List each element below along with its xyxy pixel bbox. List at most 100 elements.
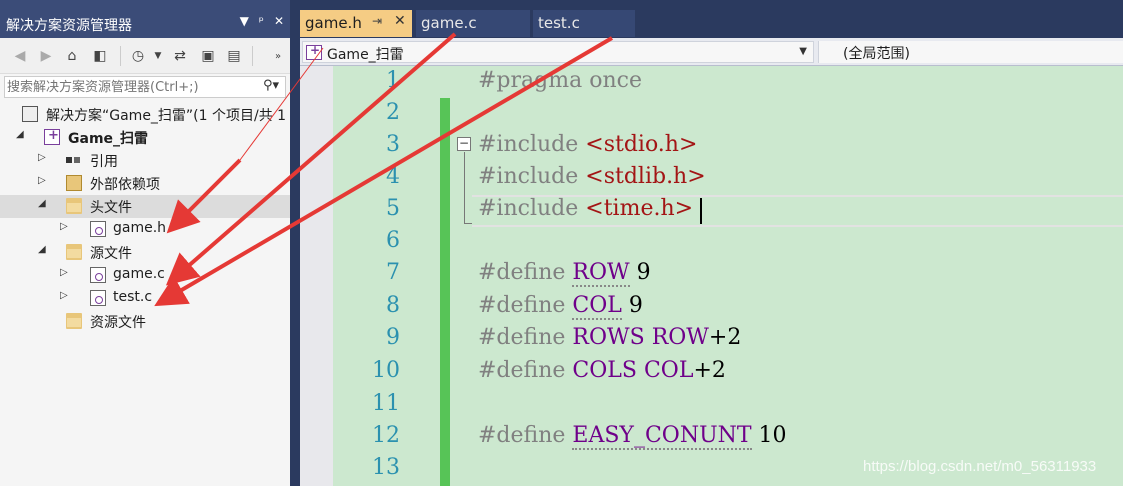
tree-item-resource-files[interactable]: 资源文件 — [0, 310, 290, 333]
line-number: 10 — [372, 358, 400, 383]
tab-label: test.c — [538, 14, 580, 32]
chevron-down-icon[interactable]: ▼ — [148, 46, 168, 66]
line-number: 13 — [372, 455, 400, 480]
tree-item-project[interactable]: ◢ Game_扫雷 — [0, 126, 290, 149]
project-dropdown-value: Game_扫雷 — [327, 47, 404, 63]
project-dropdown[interactable]: Game_扫雷 ▼ — [302, 41, 814, 63]
solution-explorer-title: 解决方案资源管理器 — [6, 18, 132, 34]
tree-item-label: 外部依赖项 — [90, 177, 160, 193]
pending-changes-filter-icon[interactable]: ◷ — [128, 46, 148, 66]
tree-item-label: 头文件 — [90, 200, 132, 216]
tree-item-source-files[interactable]: ◢ 源文件 — [0, 241, 290, 264]
tree-item-test-c[interactable]: ▷ test.c — [0, 287, 290, 310]
close-icon[interactable]: ✕ — [394, 13, 406, 29]
pin-icon[interactable]: ⇥ — [372, 14, 382, 28]
tree-item-game-c[interactable]: ▷ game.c — [0, 264, 290, 287]
code-line: #define EASY_CONUNT 10 — [478, 423, 787, 450]
code-line: #define COLS COL+2 — [478, 358, 726, 383]
code-editor[interactable]: − 1 2 3 4 5 6 7 8 9 10 11 12 13 #pragma … — [300, 66, 1123, 486]
code-line: #pragma once — [478, 68, 642, 93]
tree-item-label: 解决方案“Game_扫雷”(1 个项目/共 1 — [46, 108, 287, 124]
tree-item-label: 资源文件 — [90, 315, 146, 331]
folder-icon — [66, 198, 82, 214]
panel-splitter[interactable] — [290, 0, 300, 486]
navigation-bar: Game_扫雷 ▼ (全局范围) — [300, 38, 1123, 66]
tree-item-solution[interactable]: 解决方案“Game_扫雷”(1 个项目/共 1 — [0, 103, 290, 126]
tab-label: game.h — [305, 14, 362, 32]
watermark: https://blog.csdn.net/m0_56311933 — [863, 458, 1097, 475]
code-line: #define ROW 9 — [478, 260, 651, 287]
line-number: 8 — [386, 293, 400, 318]
code-line: #define ROWS ROW+2 — [478, 325, 742, 350]
text-caret — [700, 198, 702, 224]
line-number: 1 — [386, 68, 400, 93]
tree-item-game-h[interactable]: ▷ game.h — [0, 218, 290, 241]
c-file-icon — [90, 267, 106, 283]
expanded-arrow-icon[interactable]: ◢ — [16, 129, 24, 140]
collapsed-arrow-icon[interactable]: ▷ — [60, 290, 68, 301]
fold-guide-end — [464, 223, 472, 224]
change-tracking-bar — [440, 98, 450, 486]
editor-glyph-margin — [300, 66, 333, 486]
solution-search-box[interactable]: ⚲▾ — [4, 76, 286, 98]
expanded-arrow-icon[interactable]: ◢ — [38, 198, 46, 209]
tree-item-label: Game_扫雷 — [68, 131, 149, 147]
editor-tab-strip: game.h ⇥ ✕ game.c test.c — [300, 0, 1123, 38]
scope-dropdown-value: (全局范围) — [843, 46, 910, 62]
tab-label: game.c — [421, 14, 477, 32]
tab-game-h[interactable]: game.h ⇥ ✕ — [300, 10, 412, 37]
tree-item-label: game.c — [113, 266, 165, 282]
collapsed-arrow-icon[interactable]: ▷ — [38, 175, 46, 186]
line-number: 7 — [386, 260, 400, 285]
window-position-dropdown-icon[interactable]: ▼ — [240, 14, 249, 28]
code-line: #define COL 9 — [478, 293, 643, 320]
tree-item-external-deps[interactable]: ▷ 外部依赖项 — [0, 172, 290, 195]
solution-explorer-toolbar: ◀ ▶ ⌂ ◧ ◷ ▼ ⇄ ▣ ▤ » — [0, 38, 290, 74]
collapse-all-icon[interactable]: ▣ — [198, 46, 218, 66]
solution-explorer-titlebar: 解决方案资源管理器 ▼ ᵖ ✕ — [0, 0, 290, 38]
tab-test-c[interactable]: test.c — [533, 10, 635, 37]
solution-icon — [22, 106, 38, 122]
solution-explorer-panel: 解决方案资源管理器 ▼ ᵖ ✕ ◀ ▶ ⌂ ◧ ◷ ▼ ⇄ ▣ ▤ » ⚲▾ 解… — [0, 0, 290, 486]
tree-item-references[interactable]: ▷ 引用 — [0, 149, 290, 172]
close-icon[interactable]: ✕ — [274, 14, 284, 28]
tree-item-header-files[interactable]: ◢ 头文件 — [0, 195, 290, 218]
back-icon[interactable]: ◀ — [10, 46, 30, 66]
collapsed-arrow-icon[interactable]: ▷ — [38, 152, 46, 163]
toolbar-overflow-icon[interactable]: » — [268, 46, 288, 66]
code-line: #include <stdio.h> — [478, 132, 698, 157]
tree-item-label: game.h — [113, 220, 167, 236]
line-number: 3 — [386, 132, 400, 157]
project-icon — [306, 43, 322, 60]
line-number: 2 — [386, 100, 400, 125]
line-number: 9 — [386, 325, 400, 350]
vs-switch-view-icon[interactable]: ◧ — [90, 46, 110, 66]
references-icon — [66, 152, 82, 168]
pin-icon[interactable]: ᵖ — [259, 14, 264, 28]
collapsed-arrow-icon[interactable]: ▷ — [60, 267, 68, 278]
sync-icon[interactable]: ⇄ — [170, 46, 190, 66]
line-number: 5 — [386, 196, 400, 221]
line-number: 6 — [386, 228, 400, 253]
search-icon[interactable]: ⚲▾ — [263, 78, 279, 93]
external-deps-icon — [66, 175, 82, 191]
line-number: 4 — [386, 164, 400, 189]
forward-icon[interactable]: ▶ — [36, 46, 56, 66]
folder-icon — [66, 244, 82, 260]
code-line: #include <stdlib.h> — [478, 164, 706, 189]
collapse-region-icon[interactable]: − — [457, 137, 471, 151]
fold-guide — [464, 152, 465, 224]
project-icon — [44, 128, 60, 145]
tree-item-label: test.c — [113, 289, 153, 305]
folder-icon — [66, 313, 82, 329]
chevron-down-icon[interactable]: ▼ — [799, 46, 807, 57]
search-input[interactable] — [7, 78, 247, 96]
home-icon[interactable]: ⌂ — [62, 46, 82, 66]
line-number: 12 — [372, 423, 400, 448]
collapsed-arrow-icon[interactable]: ▷ — [60, 221, 68, 232]
expanded-arrow-icon[interactable]: ◢ — [38, 244, 46, 255]
tree-item-label: 引用 — [90, 154, 118, 170]
scope-dropdown[interactable]: (全局范围) — [818, 41, 1123, 63]
show-all-files-icon[interactable]: ▤ — [224, 46, 244, 66]
tab-game-c[interactable]: game.c — [416, 10, 530, 37]
